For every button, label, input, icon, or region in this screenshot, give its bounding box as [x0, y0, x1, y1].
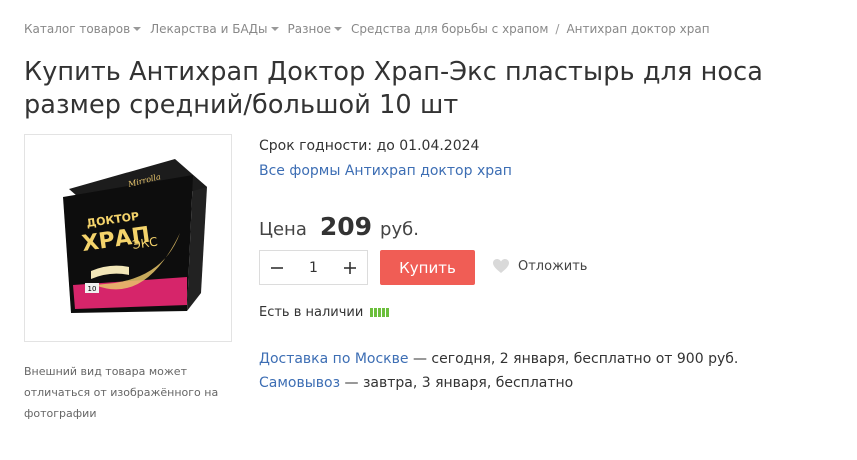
minus-icon: [271, 266, 283, 269]
quantity-input[interactable]: [294, 258, 333, 277]
delivery-moscow-link[interactable]: Доставка по Москве: [259, 351, 409, 367]
stock-bar: [378, 308, 382, 317]
quantity-decrease-button[interactable]: [260, 251, 294, 284]
breadcrumb-medicines[interactable]: Лекарства и БАДы: [150, 22, 287, 36]
product-package-image: 10 Mirrolla ДОКТОР ХРАП ЭКС: [63, 159, 207, 313]
stock-label: Есть в наличии: [259, 305, 364, 320]
all-forms-link[interactable]: Все формы Антихрап доктор храп: [259, 163, 512, 179]
delivery-details: — сегодня, 2 января, бесплатно от 900 ру…: [408, 351, 739, 367]
price-value: 209: [319, 212, 373, 241]
expiry-date: Срок годности: до 01.04.2024: [259, 138, 480, 154]
product-image[interactable]: 10 Mirrolla ДОКТОР ХРАП ЭКС: [24, 134, 232, 342]
chevron-down-icon[interactable]: [334, 27, 343, 31]
plus-icon: [344, 261, 356, 274]
package-count: 10: [88, 285, 97, 293]
chevron-down-icon[interactable]: [270, 27, 279, 31]
chevron-down-icon[interactable]: [133, 27, 142, 31]
page-title: Купить Антихрап Доктор Храп-Экс пластырь…: [24, 57, 763, 120]
pickup-details: — завтра, 3 января, бесплатно: [340, 375, 574, 391]
breadcrumb-label: Разное: [287, 22, 332, 36]
postpone-button[interactable]: Отложить: [492, 258, 587, 274]
heart-icon: [493, 259, 509, 273]
breadcrumb-label: Лекарства и БАДы: [150, 22, 268, 36]
breadcrumb-catalog[interactable]: Каталог товаров: [24, 22, 150, 36]
breadcrumb-label: Каталог товаров: [24, 22, 131, 36]
breadcrumb-label: Антихрап доктор храп: [566, 22, 710, 36]
breadcrumb-snoring[interactable]: Средства для борьбы с храпом /: [351, 22, 566, 36]
price-label: Цена: [259, 219, 307, 240]
stock-bar: [370, 308, 374, 317]
stock-bar: [374, 308, 378, 317]
breadcrumb-separator: /: [555, 22, 560, 36]
breadcrumb: Каталог товаров Лекарства и БАДы Разное …: [24, 22, 710, 36]
breadcrumb-label: Средства для борьбы с храпом: [351, 22, 549, 36]
stock-bar: [382, 308, 386, 317]
stock-bar: [386, 308, 390, 317]
price: Цена 209 руб.: [259, 212, 419, 241]
stock-status: Есть в наличии: [259, 305, 390, 320]
breadcrumb-current[interactable]: Антихрап доктор храп: [566, 22, 709, 36]
price-currency: руб.: [380, 219, 419, 240]
buy-button[interactable]: Купить: [380, 250, 475, 285]
delivery-info: Доставка по Москве — сегодня, 2 января, …: [259, 351, 738, 367]
stock-level-indicator: [370, 308, 390, 317]
quantity-increase-button[interactable]: [333, 251, 367, 284]
postpone-label: Отложить: [518, 258, 588, 274]
pickup-link[interactable]: Самовывоз: [259, 375, 340, 391]
pickup-info: Самовывоз — завтра, 3 января, бесплатно: [259, 375, 573, 391]
image-disclaimer: Внешний вид товара может отличаться от и…: [24, 365, 219, 420]
breadcrumb-misc[interactable]: Разное: [288, 22, 352, 36]
quantity-stepper: [259, 250, 368, 285]
